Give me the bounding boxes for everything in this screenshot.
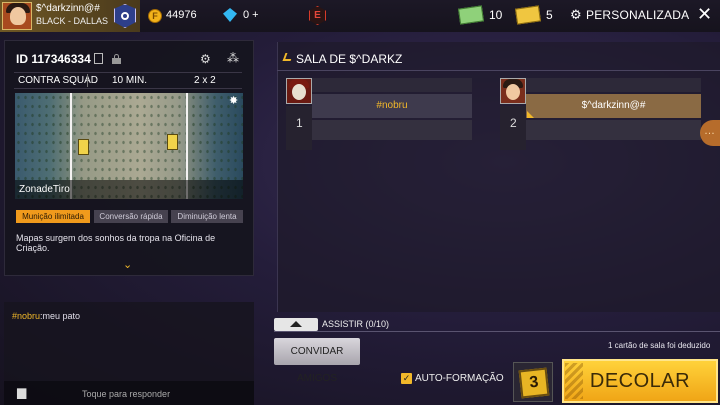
slot-empty-bar [312, 120, 472, 140]
room-divider [277, 70, 720, 71]
slot-avatar [500, 78, 526, 104]
spectate-label: ASSISTIR (0/10) [322, 319, 390, 329]
rule-tag: Diminuição lenta [171, 210, 243, 223]
team-slot[interactable]: #nobru 1 [286, 78, 486, 150]
share-icon[interactable]: ⁂ [227, 51, 239, 65]
close-icon[interactable]: ✕ [697, 4, 712, 24]
rank-badge-emblem [121, 12, 129, 20]
slot-header [312, 78, 472, 92]
team-slot[interactable]: $^darkzinn@# 2 [500, 78, 710, 150]
chat-sender: #nobru [12, 311, 41, 321]
slot-player-name: #nobru [312, 94, 472, 118]
chat-bubble-icon[interactable]: … [704, 125, 715, 137]
slot-avatar [286, 78, 312, 104]
chat-text: :meu pato [40, 311, 81, 321]
coin-icon: F [148, 9, 162, 23]
map-name: ZonadeTiro [19, 184, 70, 195]
chat-icon[interactable]: ▆ [17, 385, 26, 399]
mode-size: 2 x 2 [194, 75, 216, 86]
caret-up-icon[interactable] [290, 321, 302, 327]
coin-count: 44976 [166, 9, 197, 21]
mode-divider [87, 74, 88, 87]
ticket-icon [515, 5, 541, 25]
room-id: ID 117346334 [16, 52, 91, 66]
mode-name: CONTRA SQUAD [18, 75, 99, 86]
rule-tag: Munição ilimitada [16, 210, 90, 223]
room-card-icon[interactable]: 3 [513, 362, 553, 402]
money-icon [458, 5, 484, 25]
slot-header [526, 78, 701, 92]
self-marker-icon [527, 111, 534, 118]
custom-room-label[interactable]: PERSONALIZADA [586, 8, 689, 22]
map-marker-icon [167, 134, 178, 150]
start-button-stripes [565, 363, 583, 399]
map-marker-icon [78, 139, 89, 155]
weather-icon: ✸ [229, 95, 239, 107]
diamond-count[interactable]: 0 + [243, 9, 259, 21]
checkbox-icon[interactable]: ✓ [401, 373, 412, 384]
room-title: SALA DE $^DARKZ [296, 52, 403, 66]
copy-icon[interactable] [94, 53, 103, 64]
ticket-count: 5 [546, 8, 553, 22]
slot-number: 2 [500, 106, 526, 150]
invite-friends-button[interactable]: CONVIDAR AMIGOS [274, 338, 360, 384]
slot-player-name: $^darkzinn@# [526, 94, 701, 118]
rule-tag: Conversão rápida [94, 210, 168, 223]
chevron-down-icon[interactable]: ⌄ [123, 258, 132, 271]
gear-icon[interactable]: ⚙ [570, 8, 582, 22]
settings-icon[interactable]: ⚙ [200, 52, 211, 66]
slot-number: 1 [286, 106, 312, 150]
auto-formation-label[interactable]: AUTO-FORMAÇÃO [415, 373, 504, 384]
room-card-note: 1 cartão de sala foi deduzido [608, 341, 711, 350]
player-avatar[interactable] [2, 2, 32, 30]
map-description: Mapas surgem dos sonhos da tropa na Ofic… [16, 233, 216, 253]
chat-message: #nobru:meu pato [12, 311, 80, 321]
player-rank: BLACK - DALLAS [36, 16, 109, 26]
lock-icon [112, 54, 121, 64]
room-card-count: 3 [518, 367, 550, 399]
mode-time: 10 MIN. [112, 75, 148, 86]
player-name: $^darkzinn@# [36, 3, 100, 14]
start-match-button[interactable]: DECOLAR [562, 359, 718, 403]
slot-empty-bar [526, 120, 701, 140]
chat-input[interactable]: Toque para responder [82, 389, 170, 399]
spectate-divider [274, 331, 720, 332]
money-count: 10 [489, 8, 503, 22]
